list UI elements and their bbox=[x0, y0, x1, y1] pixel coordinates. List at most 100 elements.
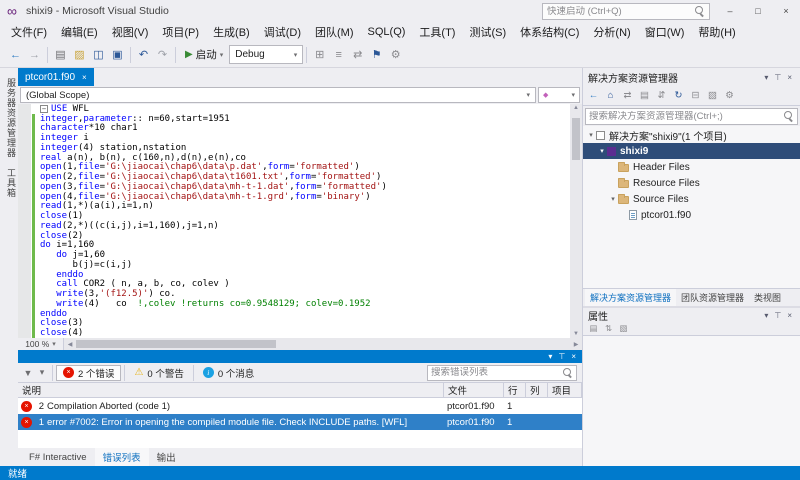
errors-filter-button[interactable]: × 2 个错误 bbox=[56, 365, 121, 381]
menu-item[interactable]: 窗口(W) bbox=[638, 24, 692, 40]
code-line[interactable]: close(1) bbox=[18, 211, 570, 221]
tree-item[interactable]: Resource Files bbox=[583, 175, 800, 191]
pending-changes-filter-icon[interactable]: ▤ bbox=[636, 87, 653, 104]
home-icon[interactable]: ⌂ bbox=[602, 87, 619, 104]
pin-icon[interactable]: ⊤ bbox=[555, 352, 568, 361]
menu-item[interactable]: 调试(D) bbox=[257, 24, 308, 40]
code-line[interactable]: open(3,file='G:\jiaocai\chap6\data\mh-t-… bbox=[18, 182, 570, 192]
menu-item[interactable]: 工具(T) bbox=[412, 24, 462, 40]
properties-titlebar[interactable]: 属性 ▾⊤× bbox=[583, 306, 800, 322]
property-pages-icon[interactable]: ▧ bbox=[616, 322, 631, 335]
error-list-titlebar[interactable]: ▾⊤× bbox=[18, 350, 582, 363]
scroll-right-icon[interactable]: ▶ bbox=[570, 341, 582, 348]
menu-item[interactable]: 编辑(E) bbox=[54, 24, 105, 40]
undo-icon[interactable]: ↶ bbox=[134, 44, 153, 66]
redo-icon[interactable]: ↷ bbox=[153, 44, 172, 66]
sync-icon[interactable]: ⇵ bbox=[653, 87, 670, 104]
code-line[interactable]: integer(4) station,nstation bbox=[18, 143, 570, 153]
menu-item[interactable]: SQL(Q) bbox=[361, 26, 413, 38]
panel-tab[interactable]: 错误列表 bbox=[95, 448, 149, 466]
expand-arrow-icon[interactable]: ▾ bbox=[597, 147, 607, 155]
code-line[interactable]: open(1,file='G:\jiaocai\chap6\data\p.dat… bbox=[18, 163, 570, 173]
code-line[interactable]: close(3) bbox=[18, 319, 570, 329]
code-line[interactable]: integer,parameter:: n=60,start=1951 bbox=[18, 114, 570, 124]
menu-item[interactable]: 视图(V) bbox=[105, 24, 156, 40]
quick-launch[interactable] bbox=[542, 3, 710, 20]
code-line[interactable]: do i=1,160 bbox=[18, 241, 570, 251]
error-search-input[interactable] bbox=[431, 367, 563, 378]
menu-item[interactable]: 生成(B) bbox=[206, 24, 257, 40]
code-line[interactable]: read(2,*)((c(i,j),i=1,160),j=1,n) bbox=[18, 221, 570, 231]
bookmark-icon[interactable]: ⚑ bbox=[367, 44, 386, 66]
scroll-down-icon[interactable]: ▼ bbox=[570, 331, 582, 337]
add-item-icon[interactable]: ⊞ bbox=[310, 44, 329, 66]
tree-item[interactable]: ▾解决方案"shixi9"(1 个项目) bbox=[583, 127, 800, 143]
close-icon[interactable]: × bbox=[784, 311, 795, 320]
scope-dropdown[interactable]: (Global Scope) ▾ bbox=[20, 87, 536, 103]
tree-item[interactable]: ▾Source Files bbox=[583, 191, 800, 207]
save-all-icon[interactable]: ▣ bbox=[108, 44, 127, 66]
horizontal-scrollbar[interactable]: 100 % ▾ ◀ ▶ bbox=[18, 338, 582, 350]
error-row[interactable]: ×1error #7002: Error in opening the comp… bbox=[18, 414, 582, 430]
panel-tab[interactable]: 解决方案资源管理器 bbox=[585, 289, 676, 306]
quick-launch-input[interactable] bbox=[547, 6, 695, 17]
window-position-icon[interactable]: ▾ bbox=[761, 311, 771, 320]
categorized-icon[interactable]: ▤ bbox=[586, 322, 601, 335]
save-icon[interactable]: ◫ bbox=[89, 44, 108, 66]
messages-filter-button[interactable]: i 0 个消息 bbox=[197, 365, 260, 381]
close-icon[interactable]: × bbox=[568, 352, 579, 361]
code-line[interactable]: b(j)=c(i,j) bbox=[18, 260, 570, 270]
fold-collapse-icon[interactable]: − bbox=[40, 105, 48, 113]
pin-icon[interactable]: ⊤ bbox=[771, 311, 784, 320]
panel-tab[interactable]: 团队资源管理器 bbox=[676, 289, 749, 306]
scroll-left-icon[interactable]: ◀ bbox=[64, 341, 76, 348]
code-line[interactable]: −USE WFL bbox=[18, 104, 570, 114]
refresh-icon[interactable]: ↻ bbox=[670, 87, 687, 104]
solution-search-input[interactable] bbox=[589, 111, 784, 122]
code-editor[interactable]: −USE WFLinteger,parameter:: n=60,start=1… bbox=[18, 104, 582, 338]
panel-tab[interactable]: 类视图 bbox=[749, 289, 786, 306]
code-line[interactable]: open(4,file='G:\jiaocai\chap6\data\mh-t-… bbox=[18, 192, 570, 202]
menu-item[interactable]: 分析(N) bbox=[586, 24, 637, 40]
open-file-icon[interactable]: ▨ bbox=[70, 44, 89, 66]
code-line[interactable]: call COR2 ( n, a, b, co, colev ) bbox=[18, 280, 570, 290]
code-line[interactable]: enddo bbox=[18, 309, 570, 319]
scrollbar-thumb[interactable] bbox=[572, 118, 580, 160]
menu-item[interactable]: 测试(S) bbox=[462, 24, 513, 40]
tree-item[interactable]: ptcor01.f90 bbox=[583, 207, 800, 223]
menu-item[interactable]: 项目(P) bbox=[155, 24, 206, 40]
filter-icon[interactable]: ▼ bbox=[21, 364, 35, 382]
code-line[interactable]: integer i bbox=[18, 133, 570, 143]
outline-icon[interactable]: ≡ bbox=[329, 44, 348, 66]
menu-item[interactable]: 文件(F) bbox=[4, 24, 54, 40]
chevron-down-icon[interactable]: ▾ bbox=[35, 364, 49, 382]
warnings-filter-button[interactable]: ⚠ 0 个警告 bbox=[128, 365, 189, 381]
code-line[interactable]: read(1,*)(a(i),i=1,n) bbox=[18, 202, 570, 212]
document-tab[interactable]: ptcor01.f90 × bbox=[18, 68, 94, 86]
back-icon[interactable]: ← bbox=[585, 87, 602, 104]
scrollbar-thumb[interactable] bbox=[76, 340, 276, 348]
expand-arrow-icon[interactable]: ▾ bbox=[586, 131, 596, 139]
menu-item[interactable]: 团队(M) bbox=[308, 24, 361, 40]
tree-item[interactable]: Header Files bbox=[583, 159, 800, 175]
expand-arrow-icon[interactable]: ▾ bbox=[608, 195, 618, 203]
error-search[interactable] bbox=[427, 365, 577, 381]
close-icon[interactable]: × bbox=[784, 73, 795, 82]
zoom-control[interactable]: 100 % ▾ bbox=[18, 338, 64, 350]
member-dropdown[interactable]: ◆ ▾ bbox=[538, 87, 580, 103]
minimize-button[interactable]: – bbox=[716, 0, 744, 22]
code-line[interactable]: write(4) co !,colev !returns co=0.954812… bbox=[18, 299, 570, 309]
window-position-icon[interactable]: ▾ bbox=[545, 352, 555, 361]
vertical-scrollbar[interactable]: ▲ ▼ bbox=[570, 104, 582, 338]
maximize-button[interactable]: □ bbox=[744, 0, 772, 22]
menu-item[interactable]: 体系结构(C) bbox=[513, 24, 586, 40]
close-icon[interactable]: × bbox=[82, 73, 87, 82]
column-header[interactable]: 文件 bbox=[444, 383, 504, 397]
gear-icon[interactable]: ⚙ bbox=[386, 44, 405, 66]
column-header[interactable]: 列 bbox=[526, 383, 548, 397]
navigate-symbol-icon[interactable]: ⇄ bbox=[348, 44, 367, 66]
navigate-forward-icon[interactable]: → bbox=[25, 44, 44, 66]
tree-item[interactable]: ▾shixi9 bbox=[583, 143, 800, 159]
code-line[interactable]: close(2) bbox=[18, 231, 570, 241]
start-debug-button[interactable]: ▶ 启动 ▾ bbox=[179, 45, 229, 65]
